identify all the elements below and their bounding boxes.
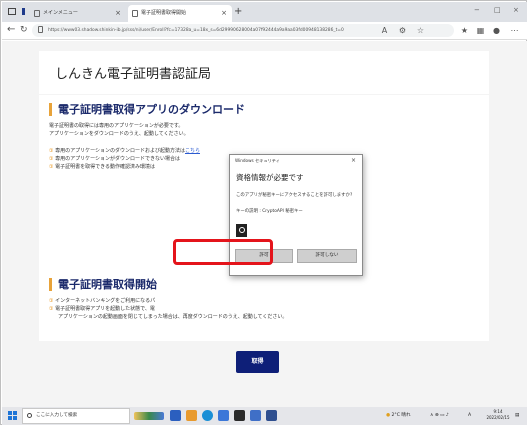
notification-icon[interactable]: ▤ [515,407,519,425]
taskbar-search-input[interactable]: ここに入力して検索 [22,408,130,424]
tab-bar: メインメニュー × 電子証明書取得開始 × + − □ × [2,2,527,22]
lock-icon[interactable] [38,26,43,33]
address-bar-row: ← ↻ https://www03.shadow.shinkin-ib.jp/s… [2,22,527,40]
dialog-close-icon[interactable]: × [351,157,356,164]
download-section-heading: 電子証明書取得アプリのダウンロード [49,103,245,116]
weather-widget[interactable]: ● 2°C 晴れ [386,407,411,425]
app-icon[interactable] [266,410,277,421]
back-icon[interactable]: ← [7,24,15,36]
tab-main-menu[interactable]: メインメニュー × [30,5,126,22]
tab-close-icon[interactable]: × [115,5,121,22]
store-icon[interactable] [234,410,245,421]
read-aloud-icon[interactable]: A [380,26,389,35]
url-text[interactable]: https://www03.shadow.shinkin-ib.jp/sss/n… [48,24,368,37]
more-icon[interactable]: ⋯ [510,26,519,35]
info-icon: ① [49,164,54,170]
info-icon: ① [49,148,54,154]
site-header: しんきん電子証明書認証局 [39,51,489,94]
ime-indicator[interactable]: A [468,407,471,425]
task-view-icon[interactable] [170,410,181,421]
acquire-button[interactable]: 取得 [236,351,279,373]
note-text: インターネットバンキングをご利用になるパ [55,298,156,304]
download-note-1: ① 専用のアプリケーションのダウンロードおよび起動方法はこちら [49,148,200,155]
start-note-1: ① インターネットバンキングをご利用になるパ [49,298,155,305]
workspace-icon[interactable] [22,8,25,15]
tab-certificate-start[interactable]: 電子証明書取得開始 × [128,5,232,22]
dialog-caption: Windows セキュリティ [235,158,280,163]
site-title: しんきん電子証明書認証局 [55,67,212,82]
favorite-add-icon[interactable]: ☆ [416,26,425,35]
start-note-2: ① 電子証明書取得アプリを起動した状態で、電 [49,306,155,313]
dialog-question: このアプリが秘密キーにアクセスすることを許可しますか? [236,193,353,198]
edge-icon[interactable] [202,410,213,421]
sun-icon: ● [386,413,391,418]
note-text: 電子証明書取得アプリを起動した状態で、電 [55,306,155,312]
tray-icons[interactable]: ∧ ⊕ ▭ ♪ [430,407,449,425]
download-desc-line-2: アプリケーションをダウンロードのうえ、起動してください。 [49,131,189,137]
download-note-3: ① 電子証明書を取得できる動作確認済み環境は [49,164,155,171]
note-text: 電子証明書を取得できる動作確認済み環境は [55,164,155,170]
refresh-icon[interactable]: ↻ [20,24,28,36]
taskbar: ここに入力して検索 ● 2°C 晴れ ∧ ⊕ ▭ ♪ A 9:14 2022/0… [2,407,527,425]
page-favicon-icon [132,10,138,17]
download-note-2: ① 専用のアプリケーションがダウンロードできない場合は [49,156,180,163]
key-description: キーの説明 : CryptoAPI 秘密キー [236,209,303,214]
tab-label: 電子証明書取得開始 [141,10,187,16]
highlight-box [173,239,273,265]
clock-date: 2022/02/15 [486,415,510,420]
browser-window: メインメニュー × 電子証明書取得開始 × + − □ × ← ↻ https:… [0,0,527,425]
info-icon: ① [49,156,54,162]
close-window-button[interactable]: × [513,6,519,14]
note-text: 専用のアプリケーションがダウンロードできない場合は [55,156,180,162]
deny-button[interactable]: 許可しない [297,249,357,263]
mail-icon[interactable] [218,410,229,421]
weather-text: 2°C 晴れ [391,413,411,418]
clock[interactable]: 9:14 2022/02/15 [483,409,513,421]
news-widget-icon[interactable] [134,412,164,420]
dialog-heading: 資格情報が必要です [236,173,304,182]
profile-icon[interactable]: ● [492,26,501,35]
minimize-button[interactable]: − [474,6,480,14]
photos-icon[interactable] [250,410,261,421]
download-desc-line-1: 電子証明書の取得には専用のアプリケーションが必要です。 [49,123,184,129]
collections-icon[interactable]: ▦ [476,26,485,35]
info-icon: ① [49,298,54,304]
note-text: 専用のアプリケーションのダウンロードおよび起動方法は [55,148,185,154]
page-favicon-icon [34,10,40,17]
start-section-heading: 電子証明書取得開始 [49,278,157,291]
address-bar[interactable]: https://www03.shadow.shinkin-ib.jp/sss/n… [32,24,454,37]
search-icon [27,413,32,418]
file-explorer-icon[interactable] [186,410,197,421]
windows-start-icon[interactable] [8,411,17,420]
window-menu-icon[interactable] [8,8,16,15]
search-placeholder: ここに入力して検索 [36,413,78,418]
favorites-icon[interactable]: ★ [460,26,469,35]
tab-label: メインメニュー [43,10,78,16]
start-note-continued: アプリケーションの起動画面を閉じてしまった場合は、再度ダウンロードのうえ、起動し… [58,314,288,320]
key-lock-icon [236,224,247,237]
extensions-icon[interactable]: ⚙ [398,26,407,35]
maximize-button[interactable]: □ [494,6,501,14]
download-howto-link[interactable]: こちら [185,148,200,154]
new-tab-button[interactable]: + [234,5,242,19]
info-icon: ① [49,306,54,312]
tab-close-icon[interactable]: × [221,5,227,22]
